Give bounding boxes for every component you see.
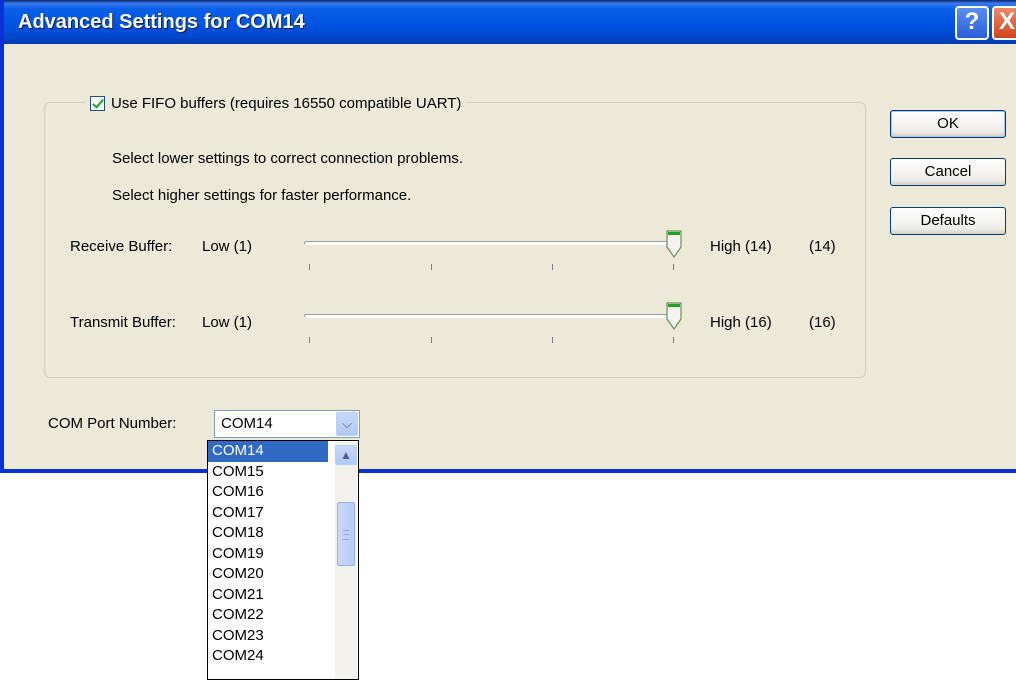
transmit-tick bbox=[552, 337, 553, 343]
ok-button[interactable]: OK bbox=[890, 110, 1006, 138]
transmit-buffer-label: Transmit Buffer: bbox=[70, 314, 176, 331]
transmit-buffer-track[interactable] bbox=[304, 314, 674, 318]
dialog-window: Advanced Settings for COM14 ? X Use FIFO… bbox=[0, 0, 1016, 473]
com-port-selected-value: COM14 bbox=[221, 415, 273, 432]
transmit-buffer-high-label: High (16) bbox=[710, 314, 772, 331]
transmit-buffer-low-label: Low (1) bbox=[202, 314, 253, 331]
receive-buffer-label: Receive Buffer: bbox=[70, 238, 173, 255]
transmit-tick bbox=[309, 337, 310, 343]
com-port-option[interactable]: COM20 bbox=[208, 564, 328, 585]
com-port-option[interactable]: COM18 bbox=[208, 523, 328, 544]
help-button[interactable]: ? bbox=[955, 6, 989, 40]
com-port-option[interactable]: COM17 bbox=[208, 503, 328, 524]
receive-buffer-track[interactable] bbox=[304, 241, 674, 245]
transmit-buffer-value: (16) bbox=[809, 314, 836, 331]
hint-lower-settings: Select lower settings to correct connect… bbox=[112, 150, 463, 167]
defaults-button[interactable]: Defaults bbox=[890, 207, 1006, 235]
receive-tick bbox=[552, 264, 553, 270]
dropdown-scrollbar[interactable]: ▲ bbox=[335, 442, 357, 679]
chevron-up-icon[interactable]: ▲ bbox=[335, 445, 357, 465]
receive-buffer-value: (14) bbox=[809, 238, 836, 255]
receive-tick bbox=[673, 264, 674, 270]
receive-buffer-high-label: High (14) bbox=[710, 238, 772, 255]
com-port-option[interactable]: COM24 bbox=[208, 646, 328, 667]
hint-higher-settings: Select higher settings for faster perfor… bbox=[112, 187, 412, 204]
fifo-checkbox[interactable] bbox=[90, 95, 105, 111]
transmit-tick bbox=[431, 337, 432, 343]
com-port-option[interactable]: COM15 bbox=[208, 462, 328, 483]
com-port-dropdown-list[interactable]: COM14 COM15 COM16 COM17 COM18 COM19 COM20 COM21… bbox=[207, 440, 359, 680]
fifo-checkbox-label[interactable]: Use FIFO buffers (requires 16550 compati… bbox=[111, 95, 461, 112]
transmit-buffer-thumb[interactable] bbox=[666, 302, 682, 330]
fifo-checkbox-row[interactable]: Use FIFO buffers (requires 16550 compati… bbox=[86, 92, 468, 114]
title-bar[interactable]: Advanced Settings for COM14 ? X bbox=[4, 0, 1016, 44]
com-port-option[interactable]: COM16 bbox=[208, 482, 328, 503]
grip-icon bbox=[343, 530, 349, 540]
help-icon: ? bbox=[964, 8, 980, 35]
com-port-label: COM Port Number: bbox=[48, 415, 177, 432]
close-icon: X bbox=[998, 8, 1015, 35]
cancel-button[interactable]: Cancel bbox=[890, 158, 1006, 186]
receive-tick bbox=[431, 264, 432, 270]
com-port-select[interactable]: COM14 ⌵ bbox=[214, 410, 360, 438]
close-button[interactable]: X bbox=[992, 6, 1016, 40]
com-port-option[interactable]: COM23 bbox=[208, 626, 328, 647]
window-title: Advanced Settings for COM14 bbox=[18, 11, 305, 33]
scrollbar-thumb[interactable] bbox=[337, 502, 355, 566]
receive-buffer-thumb[interactable] bbox=[666, 230, 682, 258]
com-port-option[interactable]: COM19 bbox=[208, 544, 328, 565]
com-port-option[interactable]: COM22 bbox=[208, 605, 328, 626]
transmit-tick bbox=[673, 337, 674, 343]
receive-tick bbox=[309, 264, 310, 270]
com-port-option[interactable]: COM14 bbox=[208, 441, 328, 462]
com-port-option[interactable]: COM21 bbox=[208, 585, 328, 606]
chevron-down-icon[interactable]: ⌵ bbox=[336, 412, 358, 436]
receive-buffer-low-label: Low (1) bbox=[202, 238, 253, 255]
